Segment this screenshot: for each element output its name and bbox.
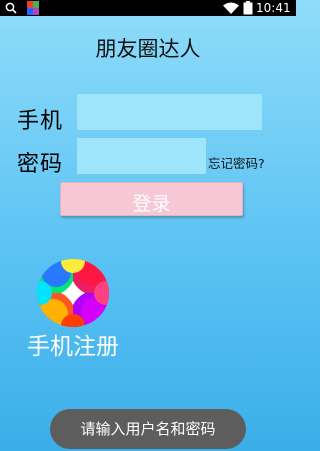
phone-label: 手机	[17, 109, 64, 134]
phone-input[interactable]	[77, 94, 262, 130]
toast-message: 请输入用户名和密码	[50, 409, 246, 449]
password-input[interactable]	[77, 138, 206, 174]
battery-icon	[243, 1, 253, 15]
register-label[interactable]: 手机注册	[20, 332, 126, 363]
wifi-icon	[223, 2, 239, 14]
password-label: 密码	[17, 152, 64, 177]
colorful-wheel-icon[interactable]	[36, 258, 110, 328]
login-button[interactable]: 登录	[60, 182, 243, 216]
app-icon	[27, 1, 39, 15]
search-icon	[5, 2, 17, 14]
status-bar: 10:41	[0, 0, 296, 16]
forgot-password-link[interactable]: 忘记密码?	[208, 153, 265, 172]
status-time: 10:41	[256, 1, 291, 15]
page-title: 朋友圈达人	[95, 37, 201, 61]
